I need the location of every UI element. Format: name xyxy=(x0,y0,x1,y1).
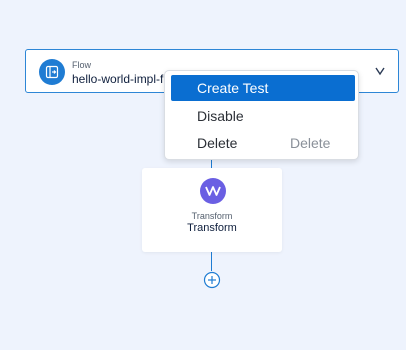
transform-card[interactable]: Transform Transform xyxy=(142,168,282,252)
menu-item-create-test[interactable]: Create Test xyxy=(171,75,355,101)
delete-shortcut-label: Delete xyxy=(290,135,331,151)
menu-item-delete[interactable]: Delete Delete xyxy=(171,130,355,156)
transform-name: Transform xyxy=(187,222,237,234)
connector-line-top xyxy=(211,160,212,168)
menu-item-disable[interactable]: Disable xyxy=(171,103,355,129)
chevron-down-icon[interactable] xyxy=(373,64,387,78)
add-step-button[interactable] xyxy=(203,271,221,289)
transform-icon xyxy=(200,178,226,204)
context-menu: Create Test Disable Delete Delete xyxy=(164,70,359,160)
transform-kind-label: Transform xyxy=(191,211,233,221)
flow-icon xyxy=(39,59,65,85)
connector-line-bottom xyxy=(211,252,212,271)
flow-kind-label: Flow xyxy=(72,60,92,70)
